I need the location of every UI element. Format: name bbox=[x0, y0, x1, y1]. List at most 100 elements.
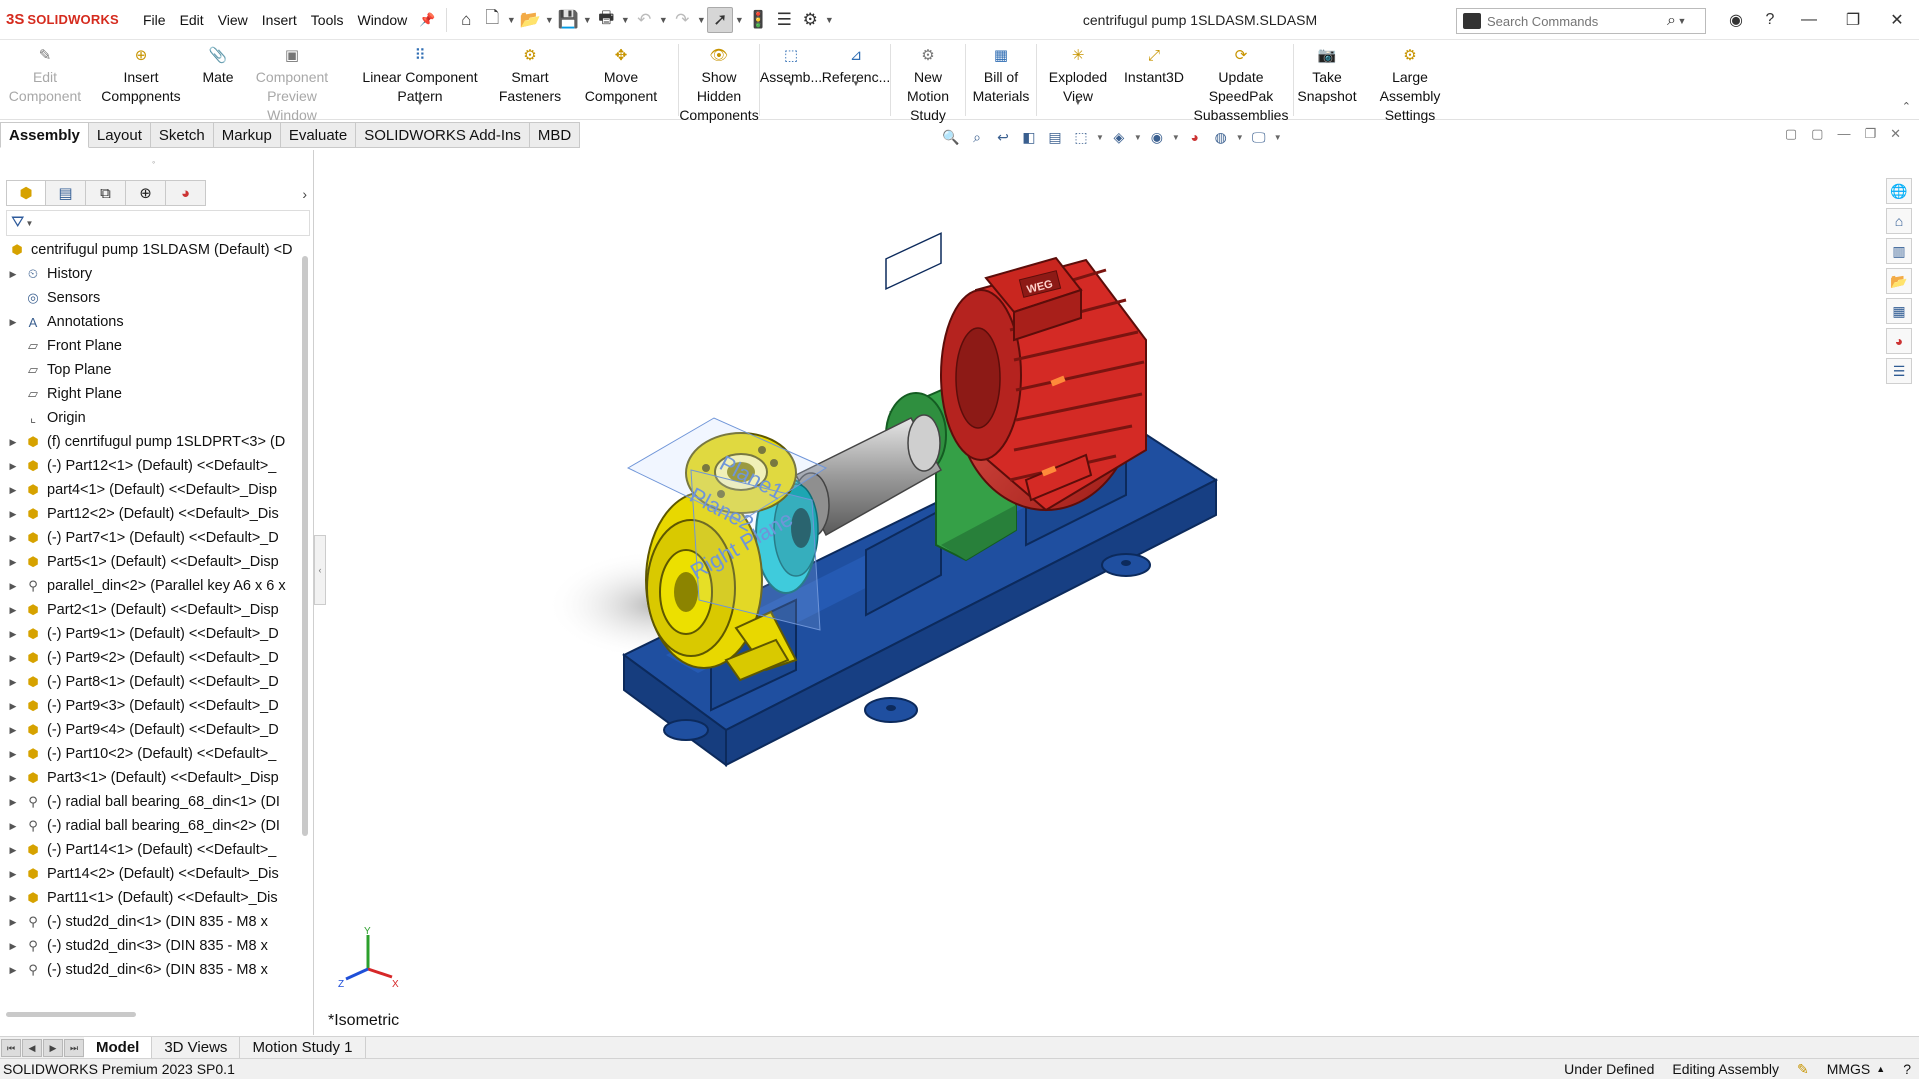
tree-item[interactable]: ▶ ⬢ (-) Part9<3> (Default) <<Default>_D bbox=[0, 694, 296, 718]
expand-arrow-icon[interactable]: ▶ bbox=[6, 557, 20, 568]
expand-arrow-icon[interactable]: ▶ bbox=[6, 725, 20, 736]
tab-3d-views[interactable]: 3D Views bbox=[152, 1036, 241, 1059]
viewport-restore-icon[interactable]: ❐ bbox=[1864, 126, 1876, 142]
select-dropdown-icon[interactable]: ▼ bbox=[733, 15, 745, 25]
filter-funnel-icon[interactable]: ⛛ bbox=[11, 214, 24, 232]
traffic-light-icon[interactable]: 🚦 bbox=[745, 7, 771, 33]
help-status-icon[interactable]: ? bbox=[1903, 1061, 1911, 1077]
previous-view-icon[interactable]: ↩ bbox=[992, 127, 1014, 147]
apply-scene-icon[interactable]: ◍ bbox=[1210, 127, 1232, 147]
tab-sketch[interactable]: Sketch bbox=[150, 122, 214, 148]
tree-item[interactable]: ▶ A Annotations bbox=[0, 310, 296, 334]
view-palette-icon[interactable]: ▦ bbox=[1886, 298, 1912, 324]
tree-item[interactable]: ▶ ⬢ Part5<1> (Default) <<Default>_Disp bbox=[0, 550, 296, 574]
tree-item[interactable]: ▶ ⚲ (-) stud2d_din<6> (DIN 835 - M8 x bbox=[0, 958, 296, 982]
tree-item[interactable]: ▶⚲(-) stud2d_din<7> (DIN 835 - M8 x bbox=[0, 982, 296, 983]
large-assembly-settings-button[interactable]: ⚙ Large Assembly Settings bbox=[1360, 40, 1460, 125]
units-dropdown-icon[interactable]: ▲ bbox=[1876, 1064, 1885, 1074]
options-gear-icon[interactable]: ⚙ bbox=[797, 7, 823, 33]
view-orientation-dropdown-icon[interactable]: ▼ bbox=[1096, 133, 1104, 142]
expand-arrow-icon[interactable]: ▶ bbox=[6, 533, 20, 544]
viewport-split-icon[interactable]: ▢ bbox=[1811, 126, 1823, 142]
tree-vertical-scrollbar[interactable] bbox=[302, 256, 308, 836]
solidworks-resources-icon[interactable]: 🌐 bbox=[1886, 178, 1912, 204]
smart-fasteners-button[interactable]: ⚙ Smart Fasteners bbox=[496, 40, 564, 106]
new-dropdown-icon[interactable]: ▼ bbox=[505, 15, 517, 25]
exploded-view-button[interactable]: ✳ Exploded View ▼ bbox=[1037, 40, 1119, 108]
appearances-scenes-icon[interactable]: ◕ bbox=[1886, 328, 1912, 354]
tree-item[interactable]: ▶ ⚲ (-) stud2d_din<1> (DIN 835 - M8 x bbox=[0, 910, 296, 934]
apply-scene-dropdown-icon[interactable]: ▼ bbox=[1236, 133, 1244, 142]
tree-item[interactable]: ▶ ⬢ (-) Part9<1> (Default) <<Default>_D bbox=[0, 622, 296, 646]
tab-mbd[interactable]: MBD bbox=[529, 122, 581, 148]
component-preview-window-button[interactable]: ▣ Component Preview Window bbox=[240, 40, 344, 125]
featuremanager-tree-tab-icon[interactable]: ⬢ bbox=[6, 180, 46, 206]
tree-item[interactable]: ▶ ⬢ Part12<2> (Default) <<Default>_Dis bbox=[0, 502, 296, 526]
home-icon[interactable]: ⌂ bbox=[453, 7, 479, 33]
tree-item[interactable]: ▶ ⬢ Part11<1> (Default) <<Default>_Dis bbox=[0, 886, 296, 910]
expand-arrow-icon[interactable]: ▶ bbox=[6, 653, 20, 664]
ribbon-collapse-icon[interactable]: ⌃ bbox=[1902, 100, 1911, 113]
file-explorer-icon[interactable]: 📂 bbox=[1886, 268, 1912, 294]
minimize-window-icon[interactable]: — bbox=[1787, 0, 1831, 40]
tab-assembly[interactable]: Assembly bbox=[0, 122, 89, 148]
exploded-view-dropdown-icon[interactable]: ▼ bbox=[1074, 93, 1082, 112]
tree-item[interactable]: ▶ ⏲ History bbox=[0, 262, 296, 286]
tree-filter-box[interactable]: ⛛ ▼ bbox=[6, 210, 310, 236]
hide-show-items-icon[interactable]: ◉ bbox=[1146, 127, 1168, 147]
menu-file[interactable]: File bbox=[136, 12, 173, 28]
section-view-icon[interactable]: ◧ bbox=[1018, 127, 1040, 147]
expand-arrow-icon[interactable]: ▶ bbox=[6, 437, 20, 448]
assembly-model-render[interactable]: Plane1 Plane2 Right Plane WEG bbox=[326, 150, 1886, 1035]
tree-item[interactable]: ◎ Sensors bbox=[0, 286, 296, 310]
expand-arrow-icon[interactable]: ▶ bbox=[6, 869, 20, 880]
hide-show-dropdown-icon[interactable]: ▼ bbox=[1172, 133, 1180, 142]
display-style-dropdown-icon[interactable]: ▼ bbox=[1134, 133, 1142, 142]
zoom-to-area-icon[interactable]: ⌕ bbox=[966, 127, 988, 147]
tree-horizontal-scrollbar[interactable] bbox=[6, 1012, 136, 1017]
tree-item[interactable]: ▶ ⬢ part4<1> (Default) <<Default>_Disp bbox=[0, 478, 296, 502]
help-icon[interactable]: ? bbox=[1753, 0, 1787, 40]
rebuild-icon[interactable]: ✎ bbox=[1797, 1061, 1809, 1078]
menu-view[interactable]: View bbox=[211, 12, 255, 28]
display-style-icon[interactable]: ◈ bbox=[1108, 127, 1130, 147]
tab-evaluate[interactable]: Evaluate bbox=[280, 122, 357, 148]
viewport-minimize-icon[interactable]: — bbox=[1837, 126, 1850, 142]
search-dropdown-icon[interactable]: ▼ bbox=[1676, 16, 1688, 26]
search-input[interactable] bbox=[1487, 13, 1667, 29]
tab-motion-study-1[interactable]: Motion Study 1 bbox=[240, 1036, 366, 1059]
displaymanager-tab-icon[interactable]: ◕ bbox=[166, 180, 206, 206]
insert-components-dropdown-icon[interactable]: ▼ bbox=[137, 93, 145, 112]
menu-insert[interactable]: Insert bbox=[255, 12, 304, 28]
tree-item[interactable]: ▶ ⚲ parallel_din<2> (Parallel key A6 x 6 x bbox=[0, 574, 296, 598]
expand-arrow-icon[interactable]: ▶ bbox=[6, 605, 20, 616]
expand-arrow-icon[interactable]: ▶ bbox=[6, 749, 20, 760]
solidworks-logo[interactable]: 3S SOLIDWORKS bbox=[6, 11, 136, 28]
insert-components-button[interactable]: ⊕ Insert Components ▼ bbox=[86, 40, 196, 108]
viewport-tile-icon[interactable]: ▢ bbox=[1785, 126, 1797, 142]
undo-dropdown-icon[interactable]: ▼ bbox=[657, 15, 669, 25]
tree-root-assembly[interactable]: ⬢ centrifugul pump 1SLDASM (Default) <D bbox=[0, 238, 296, 262]
graphics-area[interactable]: Plane1 Plane2 Right Plane WEG Y X Z bbox=[326, 150, 1886, 1035]
move-component-button[interactable]: ✥ Move Component ▼ bbox=[564, 40, 678, 108]
tree-item[interactable]: ▶ ⬢ (-) Part12<1> (Default) <<Default>_ bbox=[0, 454, 296, 478]
tree-item[interactable]: ▶ ⬢ (f) cenrtifugul pump 1SLDPRT<3> (D bbox=[0, 430, 296, 454]
tree-item[interactable]: ▶ ⬢ (-) Part7<1> (Default) <<Default>_D bbox=[0, 526, 296, 550]
design-library-icon[interactable]: ▥ bbox=[1886, 238, 1912, 264]
panel-collapse-handle-icon[interactable]: ◦ bbox=[152, 157, 155, 167]
tree-item[interactable]: ▶ ⚲ (-) radial ball bearing_68_din<2> (DI bbox=[0, 814, 296, 838]
expand-arrow-icon[interactable]: ▶ bbox=[6, 677, 20, 688]
mate-button[interactable]: 📎 Mate bbox=[196, 40, 240, 87]
more-tabs-chevron-icon[interactable]: › bbox=[302, 186, 307, 202]
show-hidden-components-button[interactable]: 👁 Show Hidden Components bbox=[679, 40, 759, 125]
update-speedpak-button[interactable]: ⟳ Update SpeedPak Subassemblies bbox=[1189, 40, 1293, 125]
expand-arrow-icon[interactable]: ▶ bbox=[6, 269, 20, 280]
expand-arrow-icon[interactable]: ▶ bbox=[6, 773, 20, 784]
tree-item[interactable]: ▶ ⬢ (-) Part14<1> (Default) <<Default>_ bbox=[0, 838, 296, 862]
search-icon[interactable]: ⌕ bbox=[1667, 12, 1676, 30]
expand-arrow-icon[interactable]: ▶ bbox=[6, 509, 20, 520]
edit-appearance-icon[interactable]: ◕ bbox=[1184, 127, 1206, 147]
tab-model[interactable]: Model bbox=[84, 1036, 153, 1059]
custom-properties-icon[interactable]: ☰ bbox=[1886, 358, 1912, 384]
propertymanager-tab-icon[interactable]: ▤ bbox=[46, 180, 86, 206]
